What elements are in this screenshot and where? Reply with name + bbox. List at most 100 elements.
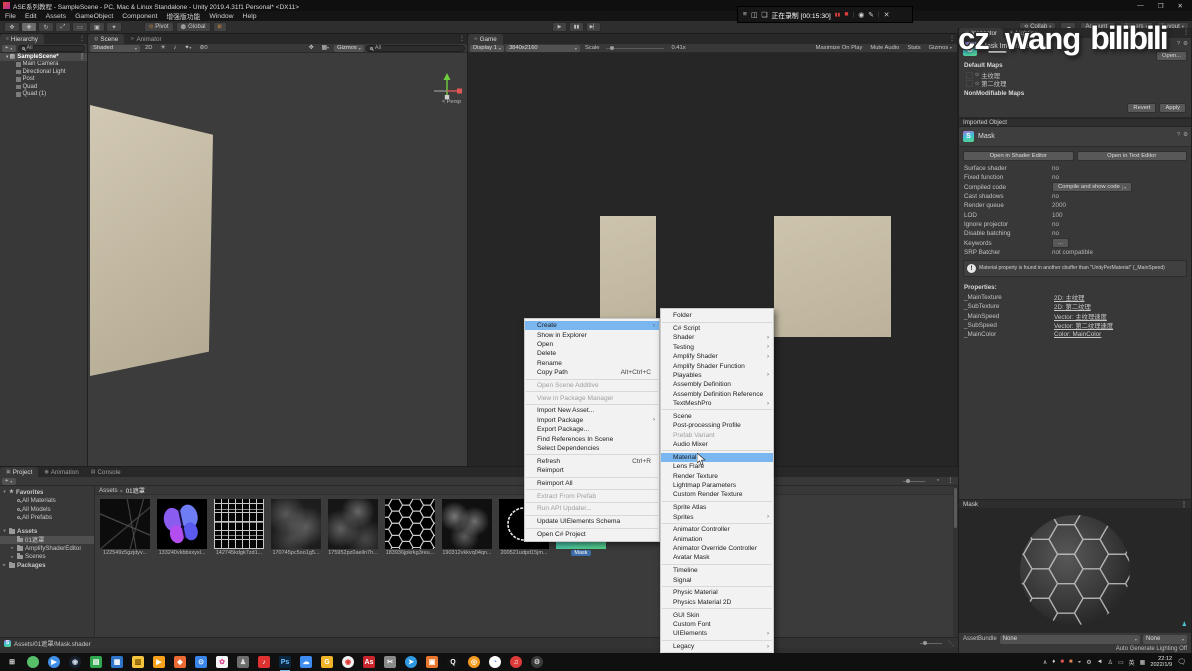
project-scrollbar[interactable] <box>953 486 958 637</box>
tab-inspector[interactable]: ⊙Inspector <box>959 28 1003 38</box>
g-app-icon[interactable]: G <box>321 656 333 668</box>
shader-header[interactable]: S Mask ?⚙ <box>959 127 1191 147</box>
tab-hierarchy[interactable]: ≡Hierarchy <box>0 34 44 44</box>
gizmos-dropdown[interactable]: Gizmos▾ <box>334 45 364 52</box>
auto-generate-lighting-status[interactable]: Auto Generate Lighting Off <box>959 645 1191 653</box>
close-recorder-button[interactable]: ✕ <box>884 11 890 19</box>
create-menu-item-testing[interactable]: Testing› <box>661 343 773 352</box>
wechat-icon[interactable] <box>27 656 39 668</box>
create-menu-item-animation[interactable]: Animation <box>661 534 773 543</box>
create-menu-item-assembly-definition-reference[interactable]: Assembly Definition Reference <box>661 390 773 399</box>
preview-pawn-icon[interactable]: ♟ <box>1182 621 1187 628</box>
menu-gameobject[interactable]: GameObject <box>75 13 113 20</box>
screenshot-button[interactable]: ◉ <box>858 11 864 19</box>
open-text-editor-button[interactable]: Open in Text Editor <box>1077 151 1188 161</box>
qq-icon[interactable]: Q <box>447 656 459 668</box>
context-menu-item-create[interactable]: Create› <box>525 321 659 330</box>
open-shader-editor-button[interactable]: Open in Shader Editor <box>963 151 1074 161</box>
asset-item-142745kdgk7zd1-[interactable]: 142745kdgk7zd1... <box>214 499 264 556</box>
create-menu-item-avatar-mask[interactable]: Avatar Mask <box>661 553 773 562</box>
gizmos-dropdown[interactable]: Gizmos ▾ <box>926 45 955 51</box>
context-menu-item-update-uielements-schema[interactable]: Update UIElements Schema <box>525 517 659 526</box>
maximize-button[interactable]: ❐ <box>1158 2 1164 10</box>
notes-icon[interactable]: ▤ <box>90 656 102 668</box>
scene-menu-icon[interactable]: ⋮ <box>79 53 85 60</box>
photoshop-icon[interactable]: Ps <box>279 656 291 668</box>
tray-qq-icon[interactable]: ♙ <box>1108 659 1113 666</box>
assetbundle-dropdown[interactable]: None▾ <box>1000 635 1140 644</box>
tab-scene[interactable]: ◍Scene <box>88 34 124 44</box>
panel-menu-icon[interactable]: ⋮ <box>79 35 85 42</box>
apply-button[interactable]: Apply <box>1159 103 1186 113</box>
project-tree-item-01遮罩[interactable]: 01遮罩 <box>0 536 94 545</box>
tab-project[interactable]: ▣Project <box>0 467 38 477</box>
assetbundle-variant-dropdown[interactable]: None▾ <box>1143 635 1187 644</box>
panel-menu-icon[interactable]: ⋮ <box>1183 29 1189 36</box>
orange-app-icon[interactable]: ◆ <box>174 656 186 668</box>
taskbar-clock[interactable]: 22:122022/1/9 <box>1150 656 1172 669</box>
pivot-toggle[interactable]: ⊙Pivot <box>144 22 174 32</box>
tray-rec-icon[interactable]: ■ <box>1060 659 1064 665</box>
scene-orientation-gizmo[interactable]: < Persp <box>432 71 462 117</box>
project-tree-item-packages[interactable]: ▸Packages <box>0 561 94 570</box>
create-menu-item-scene[interactable]: Scene <box>661 412 773 421</box>
minimize-button[interactable]: — <box>1137 2 1144 10</box>
close-button[interactable]: ✕ <box>1178 2 1183 10</box>
create-menu-item-animator-controller[interactable]: Animator Controller <box>661 525 773 534</box>
tray-volume-icon[interactable]: ◄ <box>1097 659 1103 665</box>
recorder-region-icon[interactable]: ❏ <box>761 11 767 19</box>
play-button[interactable]: ▶ <box>552 22 567 32</box>
gear-icon[interactable]: ⚙ <box>1183 132 1188 138</box>
shader-preview[interactable]: ♟ <box>959 508 1191 632</box>
netease-music-icon[interactable]: ♫ <box>510 656 522 668</box>
asset-item-170745pc5oo1g5-[interactable]: 170745pc5oo1g5... <box>271 499 321 556</box>
create-menu-item-post-processing-profile[interactable]: Post-processing Profile <box>661 421 773 430</box>
tray-user-icon[interactable]: ◒ <box>1078 659 1082 665</box>
tray-board-icon[interactable]: ▦ <box>1140 659 1146 666</box>
asset-item-190312vkkvq04qn-[interactable]: 190312vkkvq04qn... <box>442 499 492 556</box>
create-menu-item-sprites[interactable]: Sprites› <box>661 512 773 521</box>
action-center-icon[interactable]: 🗨 <box>1177 658 1186 666</box>
help-icon[interactable]: ? <box>1177 41 1180 47</box>
scale-tool[interactable]: ⤢ <box>55 22 71 32</box>
create-menu-item-uielements[interactable]: UIElements› <box>661 629 773 638</box>
hierarchy-item-quad[interactable]: Quad <box>0 83 87 91</box>
context-menu-item-open[interactable]: Open <box>525 340 659 349</box>
tab-console[interactable]: ▤Console <box>85 467 127 477</box>
scene-row[interactable]: ▾ SampleScene*⋮ <box>0 53 87 61</box>
menu-file[interactable]: File <box>5 13 16 20</box>
hierarchy-item-quad-1-[interactable]: Quad (1) <box>0 91 87 99</box>
context-menu-item-find-references-in-scene[interactable]: Find References In Scene <box>525 434 659 443</box>
zoom-slider[interactable] <box>920 643 942 644</box>
perspective-label[interactable]: < Persp <box>442 99 461 105</box>
appstore-icon[interactable]: ⊙ <box>195 656 207 668</box>
shading-mode-dropdown[interactable]: Shaded▾ <box>90 45 140 52</box>
create-menu-item-lightmap-parameters[interactable]: Lightmap Parameters <box>661 481 773 490</box>
tray-ime-label[interactable]: 英 <box>1129 658 1135 667</box>
chrome-icon[interactable]: ◔ <box>489 656 501 668</box>
create-menu-item-audio-mixer[interactable]: Audio Mixer <box>661 440 773 449</box>
move-tool[interactable]: ✛ <box>21 22 37 32</box>
help-icon[interactable]: ? <box>1177 132 1180 138</box>
resize-grip[interactable]: ⋱ <box>948 640 954 647</box>
create-menu-item-shader[interactable]: Shader› <box>661 333 773 342</box>
grid-snap-button[interactable]: ⊞ <box>213 22 227 32</box>
context-menu-item-show-in-explorer[interactable]: Show in Explorer <box>525 330 659 339</box>
recorder-menu-icon[interactable]: ≡ <box>743 11 747 18</box>
panel-menu-icon[interactable]: ⋮ <box>459 35 465 42</box>
2d-toggle[interactable]: 2D <box>142 45 155 51</box>
potplayer-icon[interactable]: ▶ <box>48 656 60 668</box>
create-menu-item-textmeshpro[interactable]: TextMeshPro› <box>661 399 773 408</box>
create-menu-item-legacy[interactable]: Legacy› <box>661 642 773 651</box>
create-menu-item-playables[interactable]: Playables› <box>661 371 773 380</box>
hierarchy-item-main-camera[interactable]: Main Camera <box>0 61 87 69</box>
create-menu-item-custom-render-texture[interactable]: Custom Render Texture <box>661 490 773 499</box>
project-tree-item-all-materials[interactable]: All Materials <box>0 497 94 506</box>
tray-gear-icon[interactable]: ⚙ <box>1086 659 1091 666</box>
util-icon[interactable]: ♟ <box>237 656 249 668</box>
context-menu-item-reimport[interactable]: Reimport <box>525 466 659 475</box>
photos-icon[interactable]: ✿ <box>216 656 228 668</box>
scene-hidden-count[interactable]: ⊘0 <box>197 45 211 51</box>
create-menu-item-lens-flare[interactable]: Lens Flare <box>661 462 773 471</box>
menu-增强版功能[interactable]: 增强版功能 <box>166 11 200 21</box>
